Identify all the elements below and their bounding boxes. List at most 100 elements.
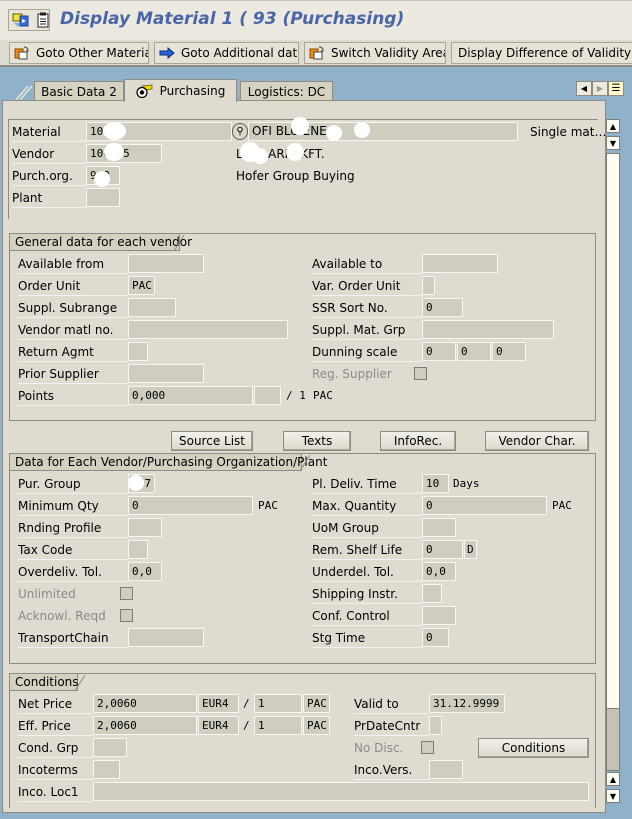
- order-unit-field[interactable]: PAC: [128, 276, 155, 295]
- tab-logistics-dc[interactable]: Logistics: DC: [240, 81, 333, 101]
- pr-date-cntr-label: PrDateCntr: [354, 716, 429, 736]
- source-list-button[interactable]: Source List: [171, 431, 253, 451]
- net-price-label: Net Price: [18, 694, 93, 714]
- texts-button[interactable]: Texts: [283, 431, 351, 451]
- eff-price-field[interactable]: 2,0060: [93, 716, 197, 735]
- conf-control-field[interactable]: [422, 606, 456, 625]
- magnifier-icon: ⚲: [236, 126, 244, 137]
- minimum-qty-field[interactable]: 0: [128, 496, 253, 515]
- dunning-scale-field-3[interactable]: 0: [492, 342, 526, 361]
- overdeliv-tol-field[interactable]: 0,0: [128, 562, 162, 581]
- valid-to-field[interactable]: 31.12.9999: [429, 694, 505, 713]
- tab-basic-data-2[interactable]: Basic Data 2: [34, 81, 124, 101]
- available-from-label: Available from: [18, 254, 128, 274]
- var-order-unit-field[interactable]: [422, 276, 435, 295]
- uom-group-field[interactable]: [422, 518, 456, 537]
- tab-scroll-left-icon: ◀: [580, 84, 588, 93]
- conditions-button[interactable]: Conditions: [478, 738, 589, 758]
- vendor-char-button[interactable]: Vendor Char.: [485, 431, 589, 451]
- inforec-button[interactable]: InfoRec.: [380, 431, 456, 451]
- scroll-up-button[interactable]: ▲: [606, 119, 620, 133]
- tab-purchasing[interactable]: Purchasing: [124, 79, 237, 102]
- redaction-mark: [104, 143, 124, 161]
- return-agmt-label: Return Agmt: [18, 342, 128, 362]
- eff-price-currency-field[interactable]: EUR4: [198, 716, 239, 735]
- net-price-per-field[interactable]: 1: [254, 694, 302, 713]
- max-quantity-field[interactable]: 0: [422, 496, 547, 515]
- points-field[interactable]: 0,000: [128, 386, 253, 405]
- net-price-unit-field[interactable]: PAC: [303, 694, 330, 713]
- shipping-instr-field[interactable]: [422, 584, 442, 603]
- switch-validity-area-label: Switch Validity Area: [331, 46, 446, 60]
- rem-shelf-life-field[interactable]: 0: [422, 540, 463, 559]
- ssr-sort-no-field[interactable]: 0: [422, 298, 463, 317]
- tax-code-field[interactable]: [128, 540, 148, 559]
- title-icon-group[interactable]: [8, 9, 50, 31]
- rnding-profile-field[interactable]: [128, 518, 162, 537]
- suppl-mat-grp-field[interactable]: [422, 320, 554, 339]
- points-unit-field[interactable]: [254, 386, 281, 405]
- eff-price-unit-field[interactable]: PAC: [303, 716, 330, 735]
- transport-chain-field[interactable]: [128, 628, 204, 647]
- material-type-text: Single mat…: [530, 125, 607, 139]
- material-search-button[interactable]: ⚲: [232, 123, 248, 140]
- page-title: Display Material 1 ( 93 (Purchasing): [60, 9, 405, 29]
- vendor-matl-no-label: Vendor matl no.: [18, 320, 128, 340]
- dunning-scale-field-2[interactable]: 0: [457, 342, 491, 361]
- vendor-matl-no-field[interactable]: [128, 320, 288, 339]
- tab-scroll-right-icon: ▶: [596, 84, 604, 93]
- display-difference-validity-area-button[interactable]: Display Difference of Validity Area: [451, 42, 632, 64]
- cond-grp-field[interactable]: [93, 738, 127, 757]
- scroll-up-icon: ▲: [609, 774, 617, 784]
- unlimited-label: Unlimited: [18, 587, 76, 601]
- switch-validity-area-button[interactable]: Switch Validity Area: [304, 42, 446, 64]
- minimum-qty-unit: PAC: [258, 499, 278, 512]
- scroll-up-button-bottom[interactable]: ▲: [606, 772, 620, 786]
- suppl-mat-grp-label: Suppl. Mat. Grp: [312, 320, 422, 340]
- inco-vers-field[interactable]: [429, 760, 463, 779]
- pr-date-cntr-field[interactable]: [429, 716, 442, 735]
- incoterms-field[interactable]: [93, 760, 120, 779]
- underdel-tol-field[interactable]: 0,0: [422, 562, 456, 581]
- tab-scroll-right-button[interactable]: ▶: [592, 81, 608, 96]
- reg-supplier-checkbox[interactable]: [414, 367, 427, 380]
- redaction-mark: [291, 117, 309, 135]
- pl-deliv-time-label: Pl. Deliv. Time: [312, 474, 422, 494]
- redaction-mark: [128, 475, 144, 491]
- overdeliv-tol-label: Overdeliv. Tol.: [18, 562, 128, 582]
- net-price-field[interactable]: 2,0060: [93, 694, 197, 713]
- scroll-down-button[interactable]: ▼: [606, 136, 620, 150]
- tab-scroll-left-button[interactable]: ◀: [576, 81, 592, 96]
- acknowl-reqd-checkbox[interactable]: [120, 609, 133, 622]
- rem-shelf-life-unit-field[interactable]: D: [464, 540, 477, 559]
- purchasing-icon: [136, 84, 154, 99]
- eff-price-per-field[interactable]: 1: [254, 716, 302, 735]
- scrollbar-thumb[interactable]: [606, 153, 620, 709]
- available-to-field[interactable]: [422, 254, 498, 273]
- tab-list-button[interactable]: ☰: [608, 81, 624, 96]
- points-label: Points: [18, 386, 128, 406]
- tab-list-icon: ☰: [611, 83, 621, 94]
- vendor-field[interactable]: 100 25: [86, 144, 162, 163]
- no-disc-checkbox[interactable]: [421, 741, 434, 754]
- plant-field[interactable]: [86, 188, 120, 207]
- mode-switch-icon[interactable]: [11, 11, 31, 29]
- available-from-field[interactable]: [128, 254, 204, 273]
- stg-time-field[interactable]: 0: [422, 628, 449, 647]
- unlimited-checkbox[interactable]: [120, 587, 133, 600]
- scroll-down-button-bottom[interactable]: ▼: [606, 789, 620, 803]
- net-price-currency-field[interactable]: EUR4: [198, 694, 239, 713]
- inco-loc1-field[interactable]: [93, 782, 589, 801]
- shipping-instr-label: Shipping Instr.: [312, 584, 422, 604]
- eff-price-label: Eff. Price: [18, 716, 93, 736]
- valid-to-label: Valid to: [354, 694, 429, 714]
- pl-deliv-time-field[interactable]: 10: [422, 474, 449, 493]
- material-description-field[interactable]: OFI BLU ENE 4: [248, 122, 518, 141]
- goto-additional-data-button[interactable]: Goto Additional data: [154, 42, 299, 64]
- clipboard-icon[interactable]: [37, 12, 49, 28]
- return-agmt-field[interactable]: [128, 342, 148, 361]
- dunning-scale-field-1[interactable]: 0: [422, 342, 456, 361]
- suppl-subrange-field[interactable]: [128, 298, 176, 317]
- prior-supplier-field[interactable]: [128, 364, 204, 383]
- goto-other-material-button[interactable]: Goto Other Material: [9, 42, 149, 64]
